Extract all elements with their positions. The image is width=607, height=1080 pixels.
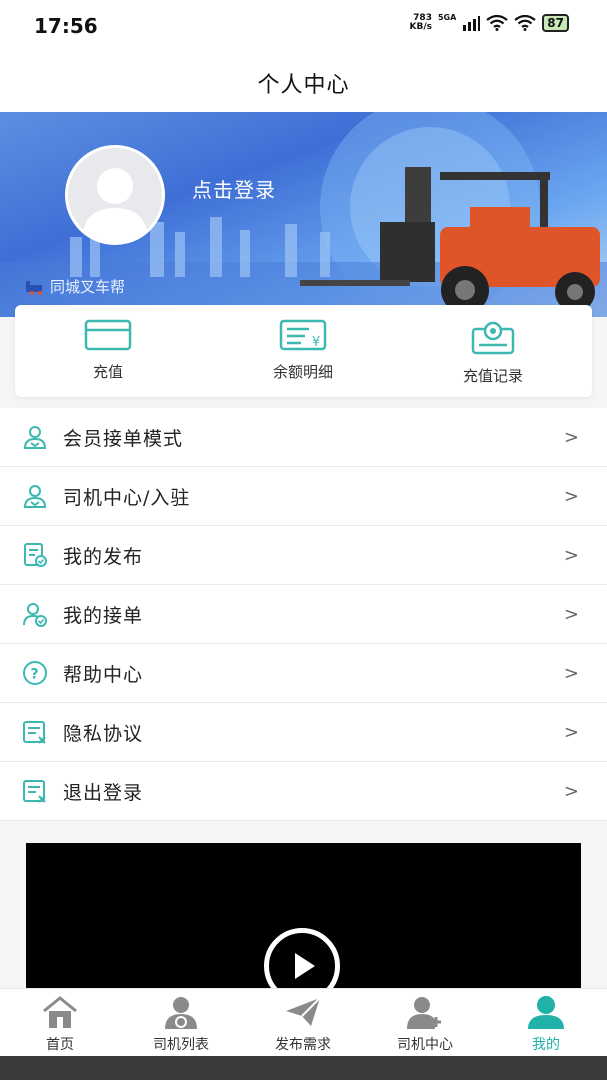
user-member-icon (23, 426, 47, 449)
chevron-right-icon: > (563, 780, 579, 802)
quick-action-balance-detail[interactable]: ¥ 余额明细 (243, 319, 363, 382)
user-check-icon (23, 603, 47, 627)
quick-actions-card: 充值 ¥ 余额明细 充值记录 (15, 305, 592, 397)
menu-list: 会员接单模式 > 司机中心/入驻 > 我的发布 > 我的接单 > ? 帮助中心 … (0, 408, 607, 821)
tab-driver-center[interactable]: 司机中心 (375, 995, 475, 1054)
svg-text:?: ? (31, 667, 39, 683)
chevron-right-icon: > (563, 544, 579, 566)
system-navigation-bar (0, 1056, 607, 1080)
chevron-right-icon: > (563, 662, 579, 684)
document-check-icon (24, 543, 47, 567)
clock: 17:56 (34, 14, 98, 38)
chevron-right-icon: > (563, 603, 579, 625)
chevron-right-icon: > (563, 426, 579, 448)
recharge-record-icon (471, 321, 515, 355)
battery-icon: 87 (542, 14, 569, 32)
menu-item-privacy-policy[interactable]: 隐私协议 > (0, 703, 607, 762)
chevron-right-icon: > (563, 485, 579, 507)
user-add-icon (407, 997, 441, 1029)
balance-detail-icon: ¥ (279, 319, 327, 351)
paper-plane-icon (286, 997, 321, 1026)
menu-item-member-order-mode[interactable]: 会员接单模式 > (0, 408, 607, 467)
wifi-icon (486, 15, 508, 31)
wallet-card-icon (84, 319, 132, 351)
avatar[interactable] (65, 145, 165, 245)
home-icon (43, 996, 77, 1028)
privacy-doc-icon (23, 721, 46, 744)
brand-label: 同城叉车帮 (24, 276, 125, 297)
quick-action-recharge-record[interactable]: 充值记录 (433, 319, 553, 386)
cell-signal-icon (463, 16, 481, 31)
status-bar: 17:56 783 KB/s 5GA 87 (0, 0, 607, 54)
logout-doc-icon (23, 780, 46, 803)
tab-post-demand[interactable]: 发布需求 (253, 995, 353, 1054)
tab-driver-list[interactable]: 司机列表 (131, 995, 231, 1054)
chevron-right-icon: > (563, 721, 579, 743)
driver-list-icon (165, 997, 197, 1029)
title-bar: 个人中心 (0, 54, 607, 112)
tab-home[interactable]: 首页 (10, 995, 110, 1054)
login-link[interactable]: 点击登录 (192, 174, 276, 203)
forklift-logo-icon (26, 280, 42, 295)
status-icons: 783 KB/s 5GA 87 (409, 12, 569, 32)
menu-item-logout[interactable]: 退出登录 > (0, 762, 607, 821)
menu-item-help-center[interactable]: ? 帮助中心 > (0, 644, 607, 703)
video-player[interactable] (26, 843, 581, 1004)
svg-text:¥: ¥ (312, 335, 320, 350)
user-silhouette-icon (82, 168, 148, 242)
menu-item-driver-center[interactable]: 司机中心/入驻 > (0, 467, 607, 526)
network-type-label: 5GA (437, 12, 457, 22)
page-title: 个人中心 (257, 73, 350, 98)
menu-item-my-orders[interactable]: 我的接单 > (0, 585, 607, 644)
help-circle-icon: ? (23, 661, 47, 685)
user-driver-icon (23, 485, 47, 508)
tab-mine[interactable]: 我的 (496, 995, 596, 1054)
profile-icon (528, 996, 564, 1029)
quick-action-recharge[interactable]: 充值 (48, 319, 168, 382)
wifi-icon-2 (514, 15, 536, 31)
bottom-tab-bar: 首页 司机列表 发布需求 司机中心 我的 (0, 988, 607, 1057)
menu-item-my-posts[interactable]: 我的发布 > (0, 526, 607, 585)
network-speed: 783 KB/s (409, 13, 432, 32)
